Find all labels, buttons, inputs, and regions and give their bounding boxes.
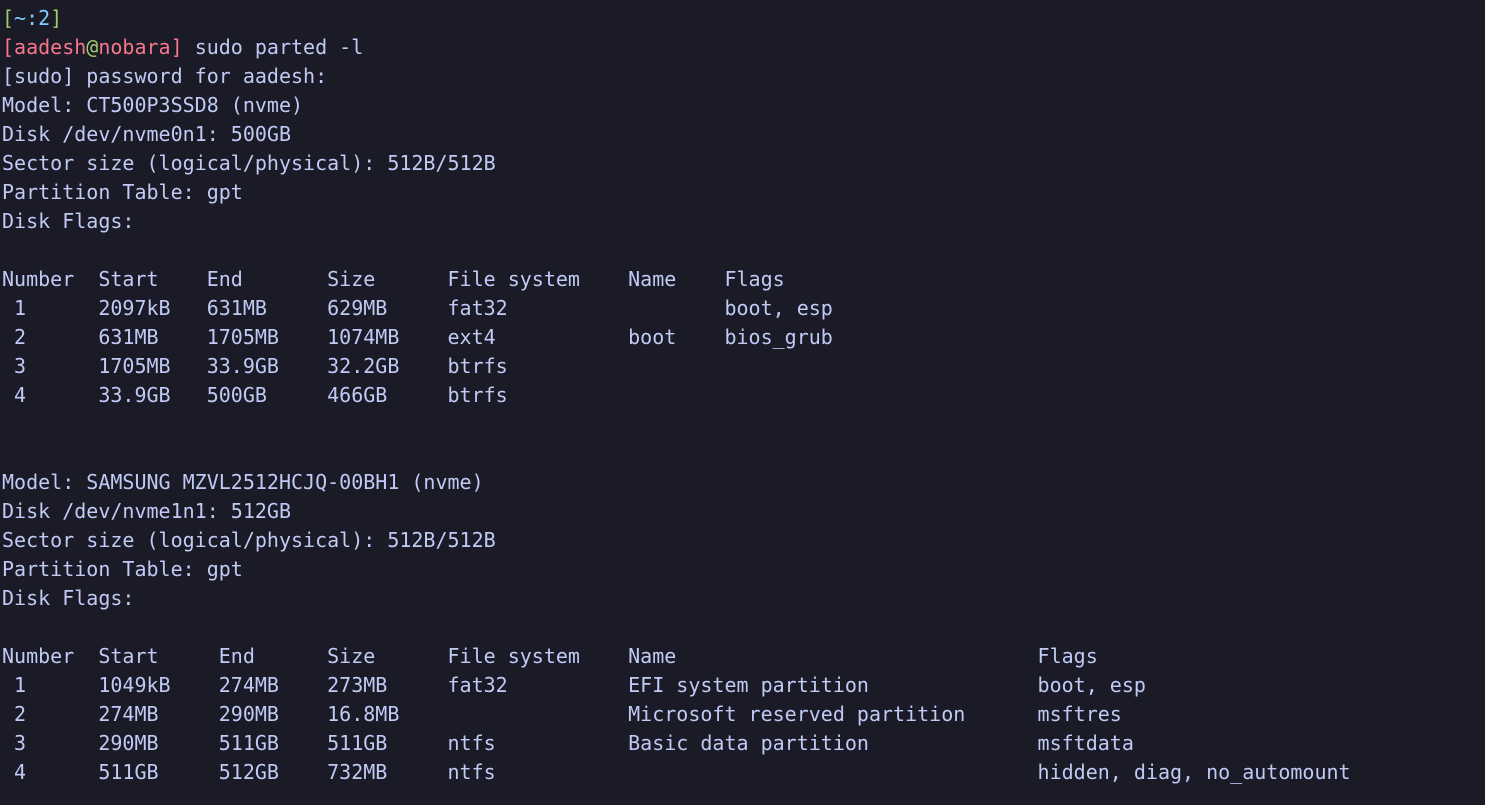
prompt-at: @: [86, 35, 98, 59]
prompt-bracket-close: ]: [50, 6, 62, 30]
sudo-password-prompt: [sudo] password for aadesh:: [2, 64, 327, 88]
prompt-user: aadesh: [14, 35, 86, 59]
command-text: sudo parted -l: [195, 35, 364, 59]
prompt-close2: ]: [171, 35, 183, 59]
prompt-cwd: ~:2: [14, 6, 50, 30]
prompt-open2: [: [2, 35, 14, 59]
parted-output: Model: CT500P3SSD8 (nvme) Disk /dev/nvme…: [2, 93, 1351, 784]
terminal-output: [~:2] [aadesh@nobara] sudo parted -l [su…: [0, 0, 1485, 791]
prompt-host: nobara: [98, 35, 170, 59]
prompt-bracket-open: [: [2, 6, 14, 30]
